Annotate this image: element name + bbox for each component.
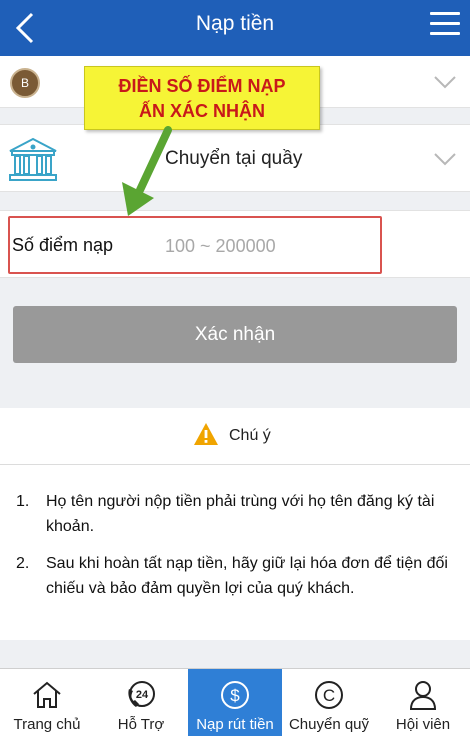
user-icon [409, 681, 437, 710]
page-title: Nạp tiền [195, 12, 275, 35]
support-24-icon: 24 [128, 681, 155, 707]
confirm-button[interactable]: Xác nhận [13, 306, 457, 363]
bank-icon [9, 137, 57, 181]
svg-text:C: C [323, 686, 335, 705]
amount-row: Số điểm nạp [0, 210, 470, 278]
nav-label: Chuyển quỹ [288, 716, 370, 733]
nav-item-support[interactable]: 24 Hỗ Trợ [94, 669, 188, 736]
list-item: 1. Họ tên người nộp tiền phải trùng với … [16, 489, 454, 539]
nav-item-transfer[interactable]: C Chuyển quỹ [282, 669, 376, 736]
home-icon [33, 681, 61, 708]
app-header: Nạp tiền [0, 0, 470, 56]
list-item-number: 1. [16, 493, 30, 510]
list-item-text: Họ tên người nộp tiền phải trùng với họ … [46, 493, 435, 535]
svg-text:24: 24 [136, 689, 149, 701]
nav-item-deposit-withdraw[interactable]: $ Nạp rút tiền [188, 669, 282, 736]
instruction-callout: ĐIỀN SỐ ĐIỂM NẠP ẤN XÁC NHẬN [84, 66, 320, 130]
chevron-down-icon[interactable] [434, 152, 456, 166]
deposit-method-label: Chuyển tại quầy [165, 148, 303, 169]
dollar-coin-icon: $ [221, 681, 249, 709]
list-item: 2. Sau khi hoàn tất nạp tiền, hãy giữ lạ… [16, 551, 454, 601]
note-title: Chú ý [229, 427, 271, 444]
bottom-nav: Trang chủ 24 Hỗ Trợ $ Nạp rút tiền C Chu… [0, 668, 470, 736]
callout-line-2: ẤN XÁC NHẬN [139, 101, 265, 121]
callout-line-1: ĐIỀN SỐ ĐIỂM NẠP [118, 76, 286, 96]
nav-item-member[interactable]: Hội viên [376, 669, 470, 736]
note-header: Chú ý [0, 408, 470, 464]
nav-label: Hỗ Trợ [117, 716, 165, 733]
hamburger-menu-icon [430, 12, 460, 15]
nav-item-home[interactable]: Trang chủ [0, 669, 94, 736]
note-list: 1. Họ tên người nộp tiền phải trùng với … [0, 464, 470, 640]
amount-input[interactable] [165, 231, 405, 261]
nav-label: Hội viên [395, 716, 451, 733]
avatar: B [10, 68, 40, 98]
menu-button[interactable] [430, 12, 460, 40]
nav-label: Nạp rút tiền [196, 716, 274, 733]
chevron-down-icon[interactable] [434, 75, 456, 89]
amount-label: Số điểm nạp [12, 235, 114, 255]
list-item-text: Sau khi hoàn tất nạp tiền, hãy giữ lại h… [46, 555, 448, 597]
pointer-arrow-icon [122, 126, 172, 216]
svg-text:$: $ [230, 686, 240, 705]
list-item-number: 2. [16, 555, 30, 572]
transfer-c-icon: C [315, 681, 343, 709]
warning-icon [194, 423, 218, 445]
nav-label: Trang chủ [13, 716, 81, 733]
deposit-method-selector[interactable]: Chuyển tại quầy [0, 124, 470, 192]
